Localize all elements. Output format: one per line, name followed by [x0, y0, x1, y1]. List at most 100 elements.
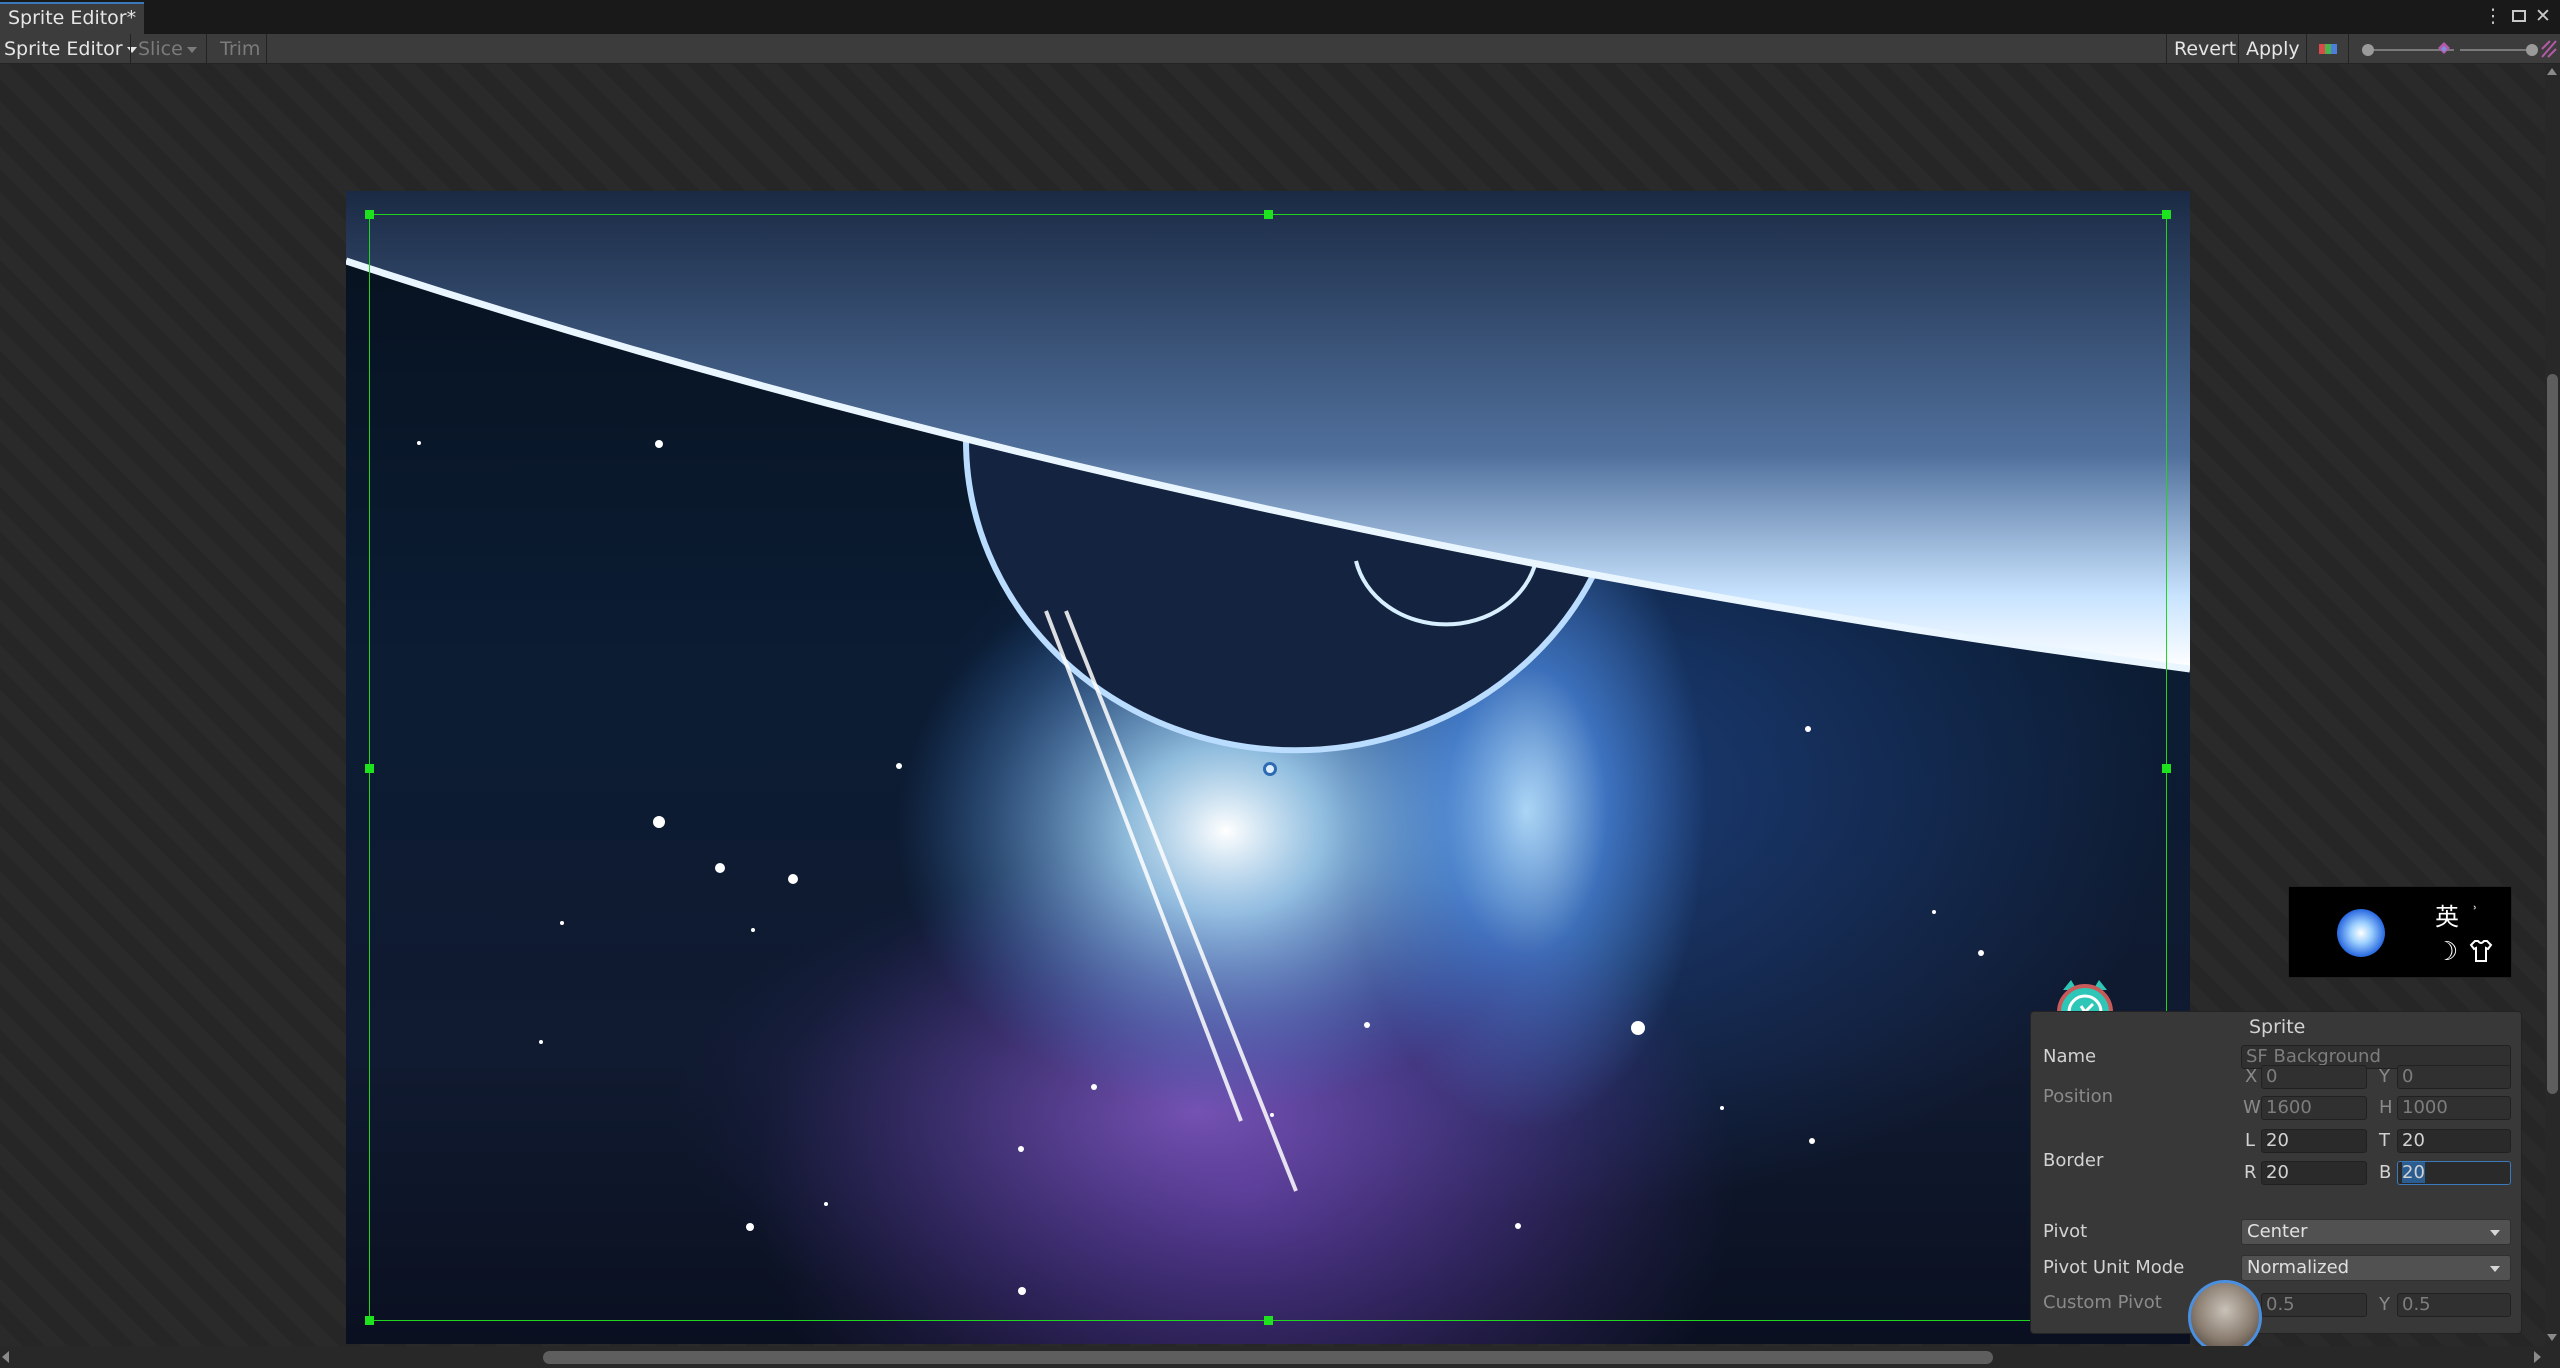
apply-label: Apply — [2246, 38, 2300, 60]
position-h-label: H — [2379, 1097, 2393, 1118]
alpha-toggle-icon[interactable] — [2540, 39, 2558, 59]
vertical-scrollbar[interactable] — [2545, 64, 2560, 1346]
ime-punctuation-icon[interactable]: ˒ — [2473, 901, 2477, 917]
inspector-title: Sprite — [2249, 1016, 2306, 1038]
border-b-field[interactable]: 20 — [2397, 1161, 2511, 1185]
custom-pivot-x-value: 0.5 — [2266, 1294, 2295, 1315]
border-handle[interactable] — [1264, 210, 1273, 219]
border-handle[interactable] — [365, 764, 374, 773]
scroll-up-arrow-icon[interactable] — [2547, 68, 2557, 75]
custom-pivot-x-field[interactable]: 0.5 — [2261, 1293, 2367, 1317]
scroll-down-arrow-icon[interactable] — [2547, 1334, 2557, 1341]
slice-dropdown[interactable]: Slice — [134, 34, 201, 64]
border-handle[interactable] — [365, 210, 374, 219]
apply-button[interactable]: Apply — [2242, 34, 2304, 64]
position-x-field[interactable]: 0 — [2261, 1065, 2367, 1089]
border-r-field[interactable]: 20 — [2261, 1161, 2367, 1185]
zoom-slider-handle[interactable] — [2362, 44, 2374, 56]
border-t-field[interactable]: 20 — [2397, 1129, 2511, 1153]
border-r-value: 20 — [2266, 1162, 2289, 1183]
more-icon[interactable]: ⋮ — [2482, 4, 2504, 28]
scroll-right-arrow-icon[interactable] — [2534, 1351, 2541, 1363]
position-x-value: 0 — [2266, 1066, 2278, 1087]
revert-button[interactable]: Revert — [2170, 34, 2240, 64]
name-label: Name — [2043, 1046, 2097, 1067]
window-tab-bar: Sprite Editor* ⋮ ✕ — [0, 0, 2560, 34]
border-handle[interactable] — [365, 1316, 374, 1325]
border-t-label: T — [2379, 1130, 2390, 1151]
sprite-inspector-panel: Sprite Name SF Background Position X 0 Y… — [2030, 1011, 2522, 1334]
custom-pivot-y-value: 0.5 — [2402, 1294, 2431, 1315]
position-label: Position — [2043, 1086, 2114, 1107]
pivot-handle[interactable] — [1263, 762, 1277, 776]
mip-level-icon — [2436, 40, 2452, 58]
position-h-field[interactable]: 1000 — [2397, 1096, 2511, 1120]
toolbar-divider — [130, 34, 131, 64]
position-x-label: X — [2245, 1066, 2258, 1087]
maximize-icon[interactable] — [2508, 4, 2530, 28]
toolbar-divider — [206, 34, 207, 64]
pivot-label: Pivot — [2043, 1221, 2088, 1242]
toolbar-divider — [2348, 34, 2349, 64]
ime-logo-icon — [2337, 909, 2385, 957]
border-l-label: L — [2245, 1130, 2256, 1151]
border-label: Border — [2043, 1150, 2104, 1171]
position-w-value: 1600 — [2266, 1097, 2312, 1118]
position-y-label: Y — [2379, 1066, 2390, 1087]
border-b-value: 20 — [2402, 1162, 2425, 1183]
slice-label: Slice — [138, 38, 183, 60]
tab-title: Sprite Editor* — [8, 7, 137, 29]
position-h-value: 1000 — [2402, 1097, 2448, 1118]
revert-label: Revert — [2174, 38, 2237, 60]
border-handle[interactable] — [1264, 1316, 1273, 1325]
position-y-field[interactable]: 0 — [2397, 1065, 2511, 1089]
pivot-unit-dropdown[interactable]: Normalized — [2241, 1255, 2511, 1281]
mip-level-slider[interactable] — [2456, 43, 2542, 57]
mip-slider-track — [2460, 49, 2536, 51]
custom-pivot-y-field[interactable]: 0.5 — [2397, 1293, 2511, 1317]
skin-shirt-icon[interactable] — [2467, 937, 2495, 965]
border-r-label: R — [2244, 1162, 2257, 1183]
horizontal-scroll-thumb[interactable] — [543, 1351, 1993, 1364]
mode-dropdown[interactable]: Sprite Editor — [0, 34, 141, 64]
scroll-left-arrow-icon[interactable] — [2, 1351, 9, 1363]
border-handle[interactable] — [2162, 764, 2171, 773]
moon-icon[interactable]: ☽ — [2435, 937, 2458, 967]
mode-label: Sprite Editor — [4, 38, 123, 60]
ime-toolbar-widget[interactable]: 英 ˒ ☽ — [2288, 886, 2512, 978]
sprite-editor-toolbar: Sprite Editor Slice Trim Revert Apply — [0, 34, 2560, 64]
horizontal-scrollbar[interactable] — [0, 1346, 2545, 1368]
chevron-down-icon — [2490, 1266, 2500, 1272]
border-l-field[interactable]: 20 — [2261, 1129, 2367, 1153]
user-photo-avatar[interactable] — [2188, 1280, 2262, 1354]
sprite-texture-image[interactable] — [346, 191, 2190, 1344]
chevron-down-icon — [2490, 1230, 2500, 1236]
position-y-value: 0 — [2402, 1066, 2414, 1087]
vertical-scroll-thumb[interactable] — [2547, 374, 2558, 1094]
trim-label: Trim — [220, 38, 261, 60]
toolbar-divider — [266, 34, 267, 64]
chevron-down-icon — [186, 46, 197, 53]
custom-pivot-label: Custom Pivot — [2043, 1292, 2162, 1313]
pivot-dropdown[interactable]: Center — [2241, 1219, 2511, 1245]
border-t-value: 20 — [2402, 1130, 2425, 1151]
pivot-value: Center — [2247, 1221, 2308, 1242]
position-w-field[interactable]: 1600 — [2261, 1096, 2367, 1120]
position-w-label: W — [2243, 1097, 2261, 1118]
pivot-unit-label: Pivot Unit Mode — [2043, 1257, 2185, 1278]
border-b-label: B — [2379, 1162, 2392, 1183]
rgb-channel-icon — [2319, 44, 2337, 54]
close-icon[interactable]: ✕ — [2532, 4, 2554, 28]
toolbar-divider — [2306, 34, 2307, 64]
border-handle[interactable] — [2162, 210, 2171, 219]
tab-sprite-editor[interactable]: Sprite Editor* — [0, 2, 145, 34]
ime-language-indicator[interactable]: 英 — [2435, 897, 2459, 932]
custom-pivot-y-label: Y — [2379, 1294, 2390, 1315]
toolbar-divider — [2166, 34, 2167, 64]
mip-slider-handle[interactable] — [2526, 44, 2538, 56]
color-channel-toggle[interactable] — [2318, 41, 2338, 57]
pivot-unit-value: Normalized — [2247, 1257, 2350, 1278]
name-value: SF Background — [2246, 1046, 2381, 1067]
trim-button[interactable]: Trim — [216, 34, 264, 64]
toolbar-divider — [2238, 34, 2239, 64]
